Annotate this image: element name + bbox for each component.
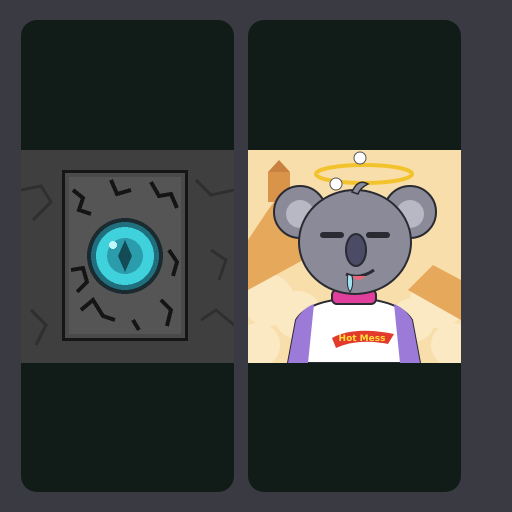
koala-nft-image: Hot Mess (248, 150, 461, 363)
nft-card-mystery[interactable] (21, 20, 234, 492)
pixel-mystery-card-image (21, 150, 234, 363)
nft-card-koala[interactable]: Hot Mess (248, 20, 461, 492)
shirt-logo-text: Hot Mess (339, 334, 386, 344)
